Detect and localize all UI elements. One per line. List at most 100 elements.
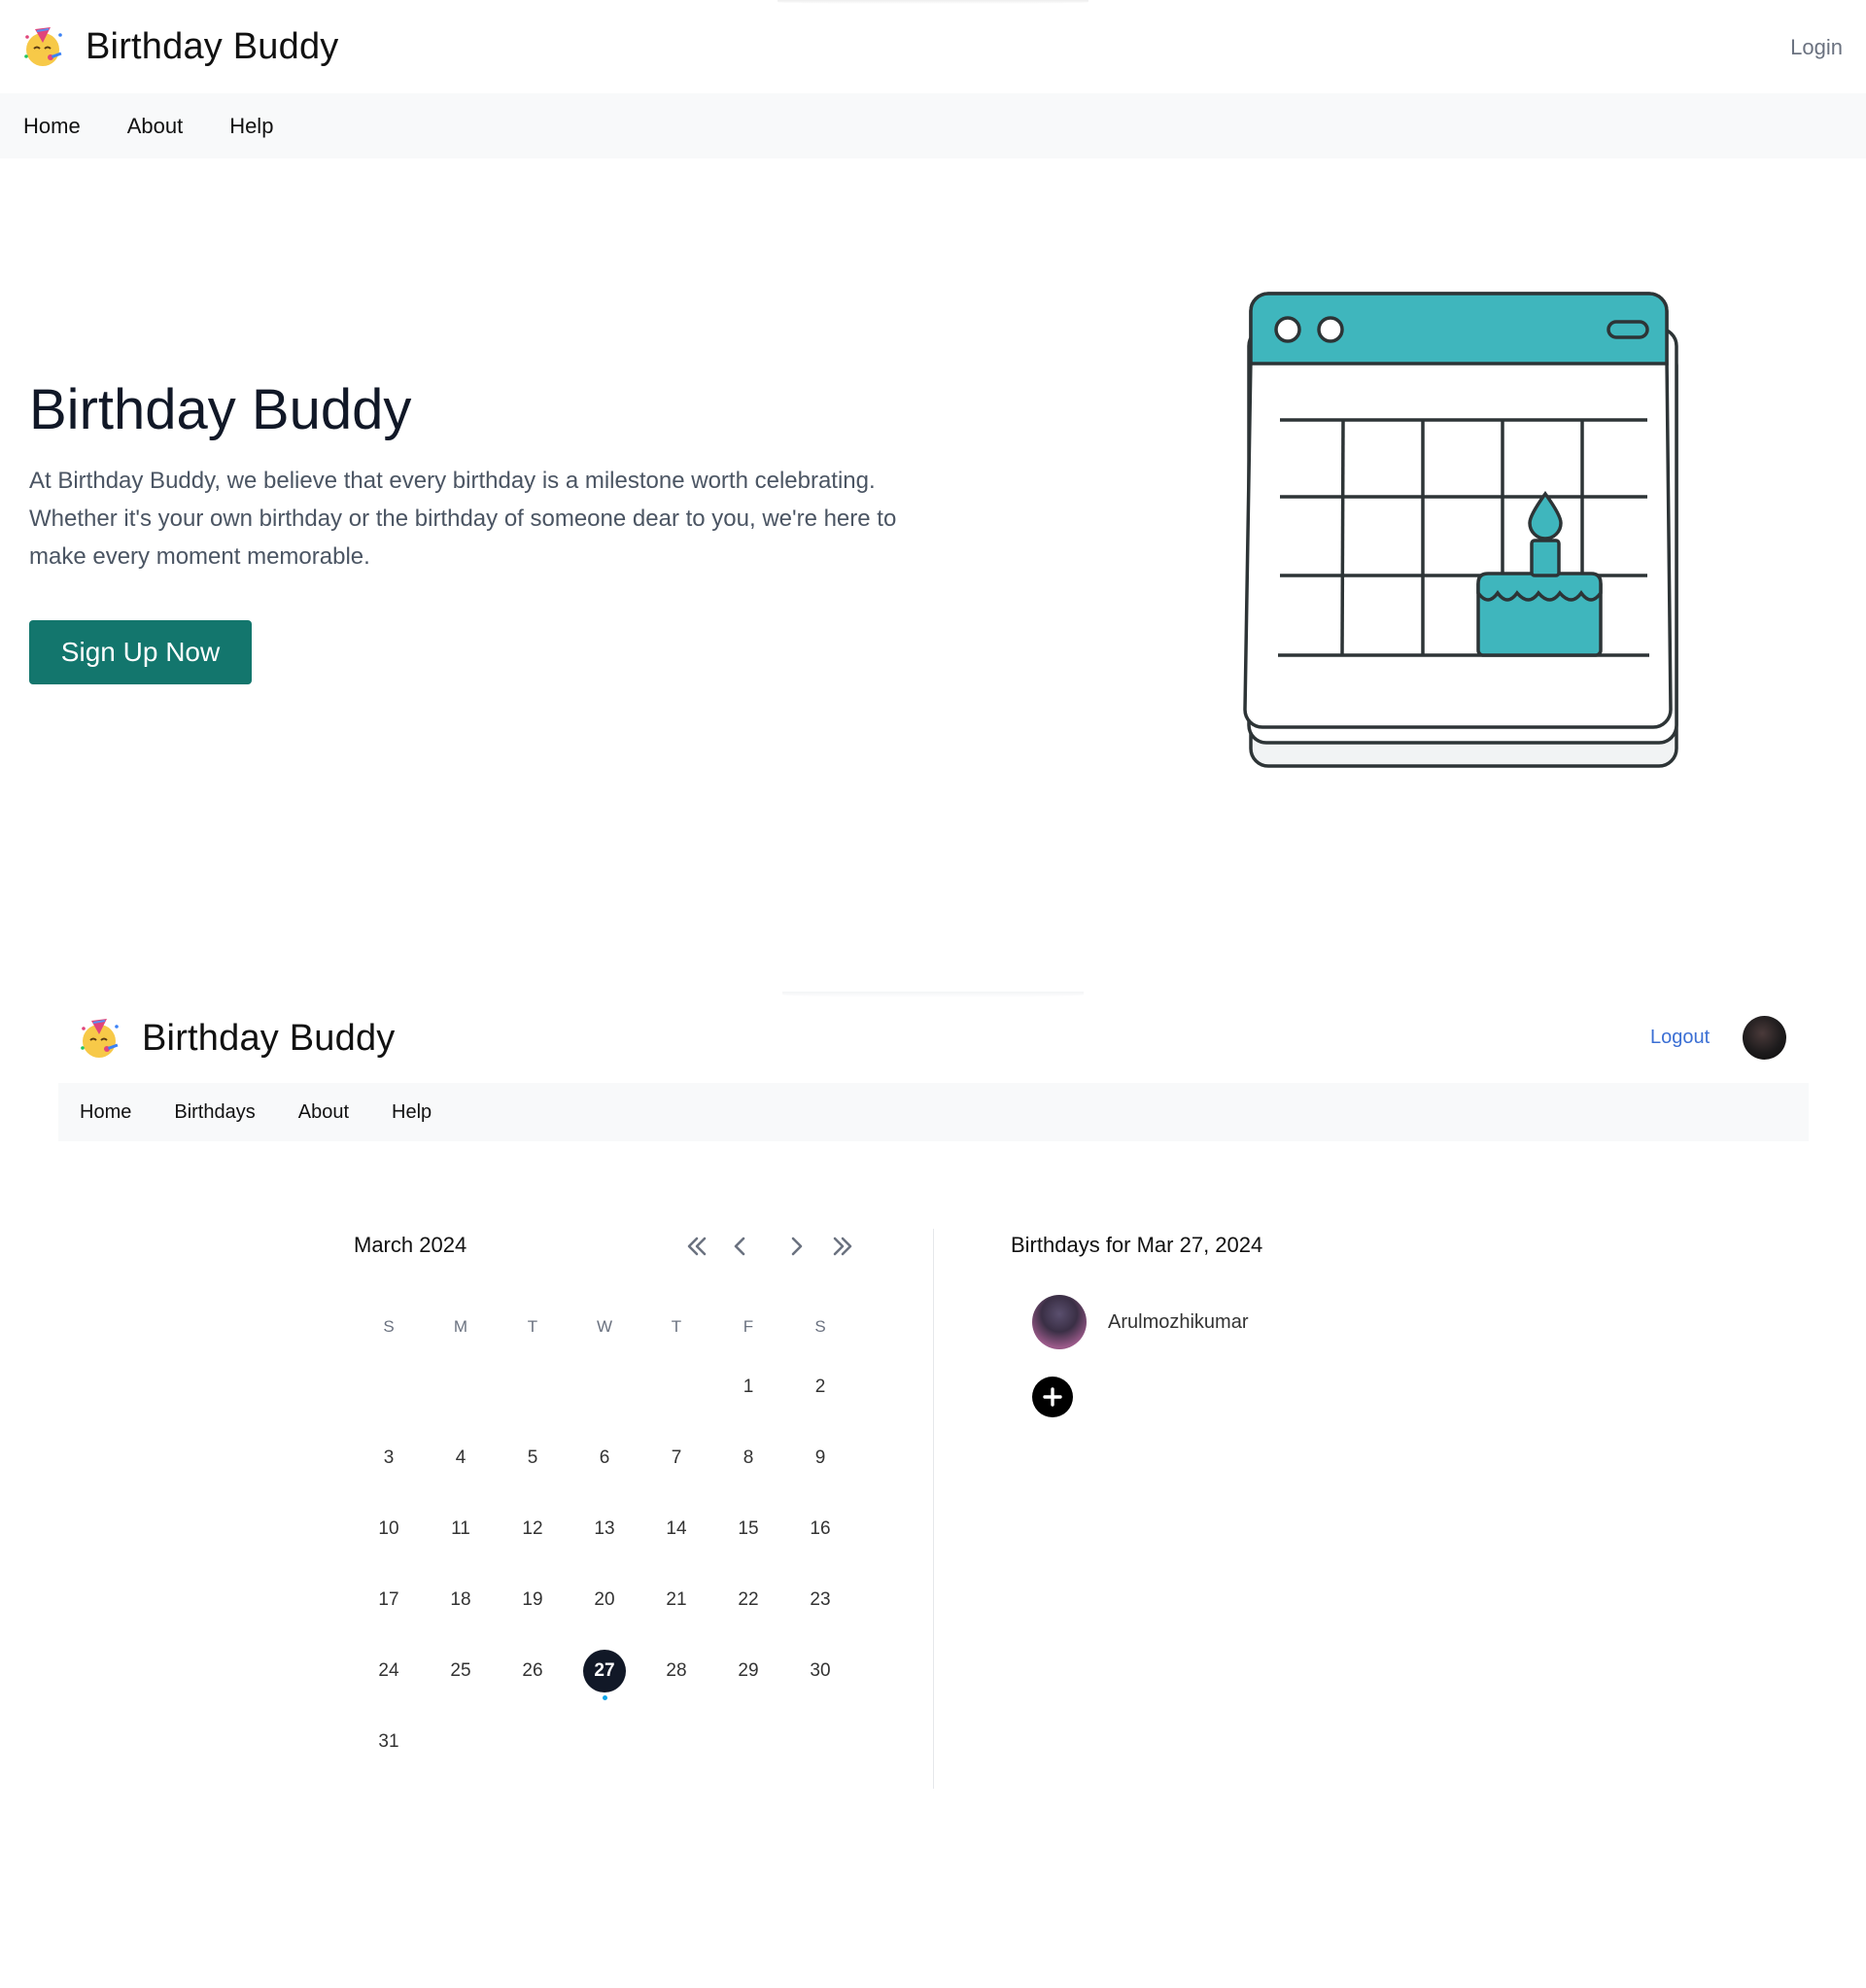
calendar-week-row: 17 18 19 20 21 22 23 — [353, 1564, 858, 1635]
calendar-day[interactable]: 18 — [425, 1579, 497, 1622]
calendar-day[interactable]: 27 — [569, 1649, 640, 1700]
calendar-day-number: 12 — [522, 1517, 543, 1539]
sign-up-button[interactable]: Sign Up Now — [29, 620, 252, 684]
calendar-day-number: 5 — [527, 1447, 538, 1468]
calendar-day-number: 30 — [810, 1659, 831, 1681]
panel-divider — [933, 1229, 934, 1789]
calendar-day-number: 21 — [666, 1588, 687, 1610]
calendar-day-number: 3 — [383, 1447, 395, 1468]
nav-item-birthdays[interactable]: Birthdays — [174, 1101, 255, 1124]
calendar-day[interactable]: 28 — [640, 1650, 712, 1692]
calendar-day[interactable]: 17 — [353, 1579, 425, 1622]
user-avatar[interactable] — [1743, 1016, 1786, 1060]
weekday-label: M — [453, 1317, 468, 1336]
weekday-label: T — [527, 1317, 538, 1336]
header-shadow — [778, 0, 1088, 4]
hero-title: Birthday Buddy — [29, 378, 412, 441]
brand[interactable]: Birthday Buddy — [21, 23, 339, 70]
calendar-empty-cell — [353, 1366, 425, 1409]
birthday-list-item[interactable]: Arulmozhikumar — [1032, 1295, 1248, 1349]
calendar-day-number: 17 — [378, 1588, 399, 1610]
party-face-icon — [81, 1019, 119, 1058]
calendar-day-number: 20 — [594, 1588, 615, 1610]
calendar-day[interactable]: 9 — [784, 1437, 856, 1480]
calendar-day-number: 8 — [743, 1447, 754, 1468]
calendar-day[interactable]: 16 — [784, 1508, 856, 1551]
calendar-empty-cell — [640, 1721, 712, 1763]
calendar-day[interactable]: 23 — [784, 1579, 856, 1622]
nav-item-home[interactable]: Home — [23, 114, 81, 139]
calendar-day[interactable]: 1 — [712, 1366, 784, 1409]
calendar-day-number: 22 — [738, 1588, 759, 1610]
calendar-day[interactable]: 22 — [712, 1579, 784, 1622]
login-link[interactable]: Login — [1790, 35, 1843, 60]
calendar-day[interactable]: 24 — [353, 1650, 425, 1692]
calendar-day[interactable]: 19 — [497, 1579, 569, 1622]
calendar-day[interactable]: 2 — [784, 1366, 856, 1409]
nav-item-help[interactable]: Help — [392, 1101, 432, 1124]
calendar-day[interactable]: 10 — [353, 1508, 425, 1551]
calendar-day-number: 1 — [743, 1376, 754, 1397]
calendar-day-number: 9 — [814, 1447, 826, 1468]
calendar-empty-cell — [497, 1366, 569, 1409]
brand[interactable]: Birthday Buddy — [78, 1015, 396, 1062]
calendar-day[interactable]: 29 — [712, 1650, 784, 1692]
calendar-empty-cell — [569, 1366, 640, 1409]
calendar-empty-cell — [784, 1721, 856, 1763]
nav-item-about[interactable]: About — [298, 1101, 349, 1124]
calendar-day[interactable]: 14 — [640, 1508, 712, 1551]
weekday-label: F — [743, 1317, 754, 1336]
calendar-day[interactable]: 25 — [425, 1650, 497, 1692]
landing-nav: Home About Help — [0, 93, 1866, 158]
calendar-day[interactable]: 21 — [640, 1579, 712, 1622]
calendar-day[interactable]: 11 — [425, 1508, 497, 1551]
calendar-day-number: 31 — [378, 1730, 399, 1752]
calendar-empty-cell — [712, 1721, 784, 1763]
calendar-day[interactable]: 4 — [425, 1437, 497, 1480]
calendar-day-number: 2 — [814, 1376, 826, 1397]
logout-link[interactable]: Logout — [1650, 1027, 1710, 1049]
calendar-week-row: 24 25 26 27 28 29 30 — [353, 1635, 858, 1706]
next-month-button[interactable] — [780, 1231, 812, 1262]
calendar-week-row: 31 — [353, 1706, 858, 1777]
calendar-day-number: 27 — [583, 1649, 626, 1692]
nav-item-about[interactable]: About — [127, 114, 184, 139]
plus-icon — [1043, 1387, 1062, 1407]
calendar-day[interactable]: 26 — [497, 1650, 569, 1692]
calendar-day[interactable]: 5 — [497, 1437, 569, 1480]
chevron-right-icon — [791, 1237, 803, 1256]
calendar-day-number: 6 — [599, 1447, 610, 1468]
landing-header: Birthday Buddy Login — [0, 0, 1866, 93]
calendar-day[interactable]: 15 — [712, 1508, 784, 1551]
calendar-day[interactable]: 30 — [784, 1650, 856, 1692]
next-year-button[interactable] — [827, 1231, 858, 1262]
calendar-day[interactable]: 6 — [569, 1437, 640, 1480]
header-shadow — [782, 992, 1084, 997]
calendar-empty-cell — [425, 1721, 497, 1763]
calendar-day[interactable]: 12 — [497, 1508, 569, 1551]
prev-year-button[interactable] — [681, 1231, 712, 1262]
nav-item-home[interactable]: Home — [80, 1101, 131, 1124]
calendar-day[interactable]: 13 — [569, 1508, 640, 1551]
weekday-label: S — [814, 1317, 826, 1336]
calendar-day-number: 14 — [666, 1517, 687, 1539]
calendar-day-number: 4 — [455, 1447, 466, 1468]
calendar-day-number: 7 — [671, 1447, 682, 1468]
chevron-double-left-icon — [687, 1237, 707, 1256]
calendar-month-label: March 2024 — [354, 1233, 467, 1257]
calendar-day-number: 26 — [522, 1659, 543, 1681]
birthday-person-name: Arulmozhikumar — [1108, 1310, 1249, 1333]
birthday-person-avatar — [1032, 1295, 1087, 1349]
calendar-week-row: 3 4 5 6 7 8 9 — [353, 1422, 858, 1493]
calendar-empty-cell — [497, 1721, 569, 1763]
calendar-day[interactable]: 3 — [353, 1437, 425, 1480]
calendar-day[interactable]: 7 — [640, 1437, 712, 1480]
calendar-day[interactable]: 8 — [712, 1437, 784, 1480]
calendar-day[interactable]: 20 — [569, 1579, 640, 1622]
calendar-weekday-row: S M T W T F S — [353, 1303, 858, 1351]
add-birthday-button[interactable] — [1032, 1377, 1073, 1417]
prev-month-button[interactable] — [725, 1231, 756, 1262]
nav-item-help[interactable]: Help — [229, 114, 273, 139]
calendar-empty-cell — [569, 1721, 640, 1763]
calendar-day[interactable]: 31 — [353, 1721, 425, 1763]
